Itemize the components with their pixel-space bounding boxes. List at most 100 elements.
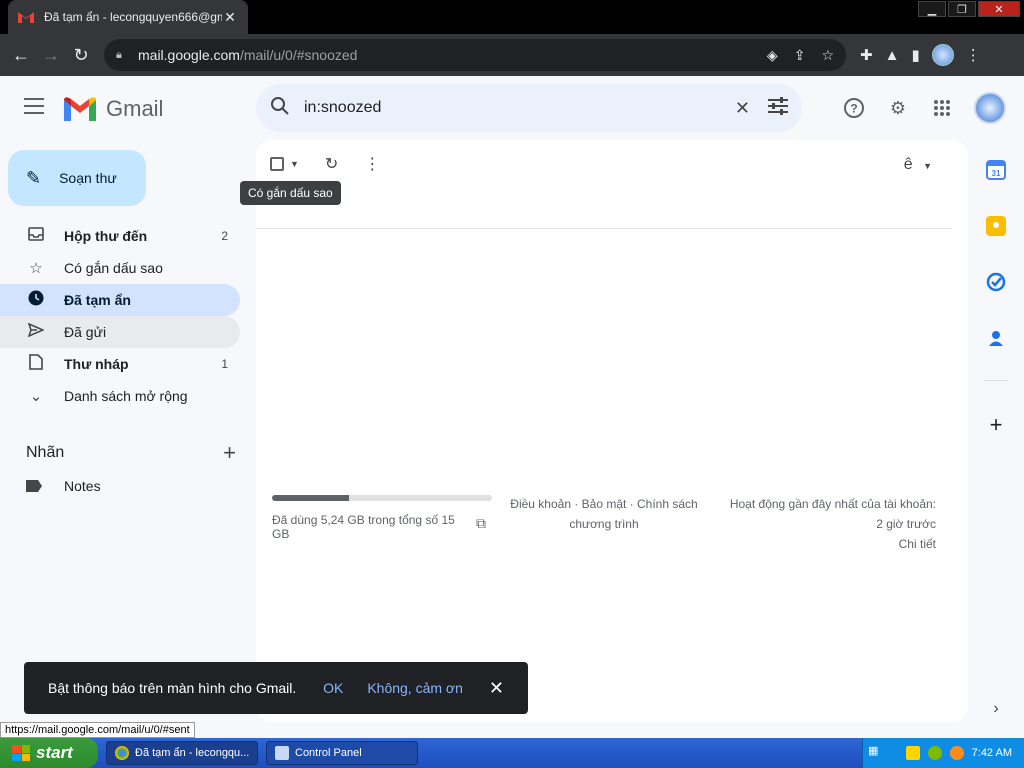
tab-title: Đã tạm ẩn - lecongquyen666@gmail [44, 10, 222, 24]
gmail-m-icon [64, 97, 96, 121]
add-label-icon[interactable]: + [223, 440, 236, 466]
search-input[interactable]: in:snoozed [304, 99, 717, 117]
control-panel-icon [275, 746, 289, 760]
sidebar-item-starred[interactable]: ☆ Có gắn dấu sao [0, 252, 240, 284]
caret-down-icon: ▼ [923, 161, 932, 171]
main-menu-icon[interactable] [24, 98, 44, 114]
browser-tabstrip: Đã tạm ẩn - lecongquyen666@gmail ✕ ▁ ❐ ✕ [0, 0, 1024, 34]
sidebar-item-sent[interactable]: Đã gửi [0, 316, 240, 348]
snackbar-close-icon[interactable]: ✕ [489, 678, 504, 699]
gmail-favicon-icon [18, 11, 34, 23]
tab-close-icon[interactable]: ✕ [222, 9, 238, 26]
get-addons-plus-icon[interactable]: + [986, 414, 1006, 436]
clock: 7:42 AM [971, 747, 1012, 759]
calendar-icon[interactable]: 31 [986, 160, 1006, 180]
window-close-icon[interactable]: ✕ [978, 1, 1020, 17]
windows-flag-icon [12, 745, 30, 761]
minimize-icon[interactable]: ▁ [918, 1, 946, 17]
tasks-icon[interactable] [986, 272, 1006, 292]
refresh-icon[interactable]: ↻ [325, 154, 338, 174]
forward-arrow-icon[interactable]: → [36, 40, 66, 70]
label-name: Notes [64, 478, 101, 494]
privacy-eye-icon[interactable]: ◈ [767, 47, 778, 64]
snackbar-message: Bật thông báo trên màn hình cho Gmail. [48, 680, 297, 696]
snackbar-ok-button[interactable]: OK [323, 680, 343, 696]
sidebar-item-more[interactable]: ⌄ Danh sách mở rộng [0, 380, 240, 412]
labels-title: Nhãn [26, 444, 65, 461]
browser-menu-icon[interactable]: ⋮ [966, 46, 981, 64]
browser-tab[interactable]: Đã tạm ẩn - lecongquyen666@gmail ✕ [8, 0, 248, 34]
contacts-icon[interactable] [986, 328, 1006, 348]
svg-text:?: ? [850, 102, 857, 116]
taskbar-item-chrome[interactable]: Đã tạm ẩn - lecongqu... [106, 741, 258, 765]
back-arrow-icon[interactable]: ← [6, 40, 36, 70]
activity-details-link[interactable]: Chi tiết [696, 534, 936, 554]
more-vert-icon[interactable]: ⋮ [364, 154, 380, 174]
status-bar-url: https://mail.google.com/mail/u/0/#sent [0, 722, 195, 738]
side-panel-divider [984, 380, 1008, 381]
gmail-header: Gmail in:snoozed ✕ ? ⚙ [0, 76, 1024, 140]
sidebar-label-notes[interactable]: Notes [26, 478, 101, 494]
chrome-icon [115, 746, 129, 760]
clock-icon [26, 290, 46, 310]
sidebar-item-snoozed[interactable]: Đã tạm ẩn [0, 284, 240, 316]
sidebar-item-inbox[interactable]: Hộp thư đến 2 [0, 220, 240, 252]
side-panel-icon[interactable]: ▮ [911, 46, 919, 64]
search-bar[interactable]: in:snoozed ✕ [256, 84, 802, 132]
draft-icon [26, 354, 46, 374]
compose-label: Soạn thư [59, 170, 117, 186]
notification-snackbar: Bật thông báo trên màn hình cho Gmail. O… [24, 662, 528, 714]
send-icon [26, 322, 46, 341]
caret-down-icon: ▼ [290, 159, 299, 169]
labs-flask-icon[interactable]: ▲ [885, 47, 900, 64]
help-icon[interactable]: ? [842, 96, 866, 120]
select-all-checkbox[interactable]: ▼ [270, 157, 299, 171]
settings-gear-icon[interactable]: ⚙ [886, 96, 910, 120]
search-icon[interactable] [270, 96, 290, 121]
account-avatar[interactable] [974, 92, 1006, 124]
share-icon[interactable]: ⇪ [794, 47, 806, 64]
expand-panel-chevron-icon[interactable]: › [986, 700, 1006, 720]
external-link-icon[interactable]: ⧉ [476, 515, 486, 532]
keep-icon[interactable] [986, 216, 1006, 236]
search-tray-icon[interactable] [949, 746, 964, 760]
chevron-down-icon: ⌄ [29, 388, 43, 405]
browser-toolbar: ← → ↻ 🔒︎ mail.google.com/mail/u/0/#snooz… [0, 34, 1024, 76]
taskbar-item-control-panel[interactable]: Control Panel [266, 741, 418, 765]
reload-icon[interactable]: ↻ [66, 40, 96, 70]
policies-links-line2[interactable]: chương trình [504, 514, 704, 534]
start-button[interactable]: start [0, 738, 98, 768]
keyboard-icon[interactable]: ▦ [868, 744, 884, 760]
footer-policies: Điều khoản · Bảo mật · Chính sách chương… [504, 494, 704, 534]
clear-search-icon[interactable]: ✕ [735, 98, 750, 119]
label-tag-icon [26, 480, 42, 492]
sidebar-nav: Hộp thư đến 2 ☆ Có gắn dấu sao Đã tạm ẩn… [0, 220, 256, 412]
search-options-icon[interactable] [768, 96, 788, 120]
url-text: mail.google.com/mail/u/0/#snoozed [138, 47, 358, 63]
apps-grid-icon[interactable] [930, 96, 954, 120]
input-tools-toggle[interactable]: ê ▼ [904, 156, 932, 174]
account-activity: Hoạt động gần đây nhất của tài khoản: 2 … [696, 494, 936, 554]
restore-icon[interactable]: ❐ [948, 1, 976, 17]
inbox-icon [26, 227, 46, 245]
extensions-puzzle-icon[interactable]: ✚ [860, 46, 873, 64]
network-icon[interactable] [927, 746, 942, 760]
storage-bar [272, 495, 492, 501]
storage-info: Đã dùng 5,24 GB trong tổng số 15 GB ⧉ [272, 495, 492, 541]
svg-text:31: 31 [992, 169, 1001, 178]
pencil-icon: ✎ [26, 167, 42, 188]
browser-profile-avatar[interactable] [931, 44, 954, 66]
address-bar[interactable]: 🔒︎ mail.google.com/mail/u/0/#snoozed ◈ ⇪… [104, 39, 846, 71]
bookmark-star-icon[interactable]: ☆ [821, 47, 834, 64]
gmail-wordmark: Gmail [106, 96, 164, 121]
sidebar-item-drafts[interactable]: Thư nháp 1 [0, 348, 240, 380]
policies-links[interactable]: Điều khoản · Bảo mật · Chính sách [504, 494, 704, 514]
storage-text: Đã dùng 5,24 GB trong tổng số 15 GB [272, 513, 455, 541]
window-controls: ▁ ❐ ✕ [918, 1, 1020, 17]
gmail-logo[interactable]: Gmail [64, 96, 163, 122]
starred-tooltip: Có gắn dấu sao [240, 181, 341, 205]
toolbar-divider [256, 228, 952, 229]
compose-button[interactable]: ✎ Soạn thư [8, 150, 146, 206]
snackbar-decline-button[interactable]: Không, cảm ơn [367, 680, 463, 696]
security-shield-icon[interactable] [905, 746, 920, 760]
